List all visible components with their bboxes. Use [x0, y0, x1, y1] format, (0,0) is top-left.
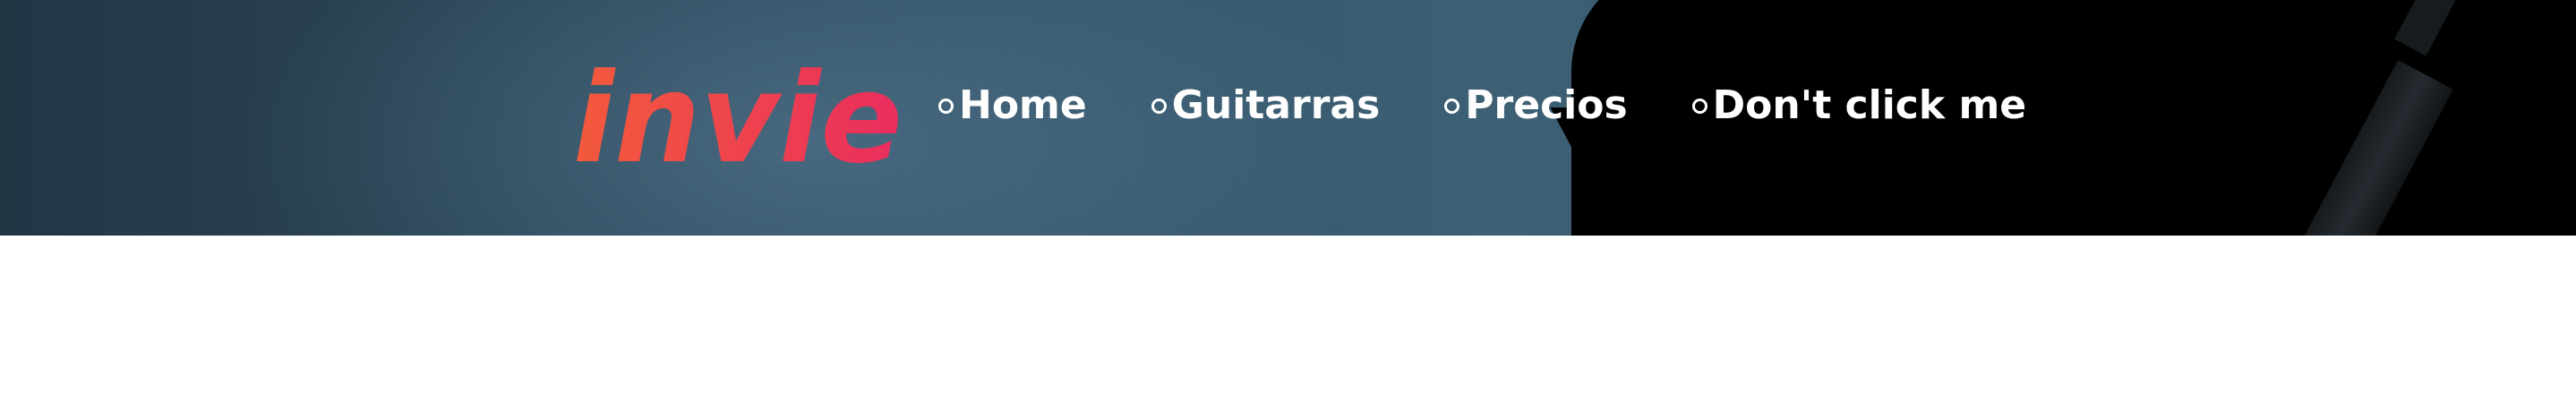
nav-item-dont-click-me[interactable]: Don't click me	[1691, 82, 2027, 128]
brand-logo[interactable]: invie	[569, 47, 908, 191]
hero-header: invie Home Guitarras Precios Don't click…	[0, 0, 2576, 236]
nav-item-guitarras[interactable]: Guitarras	[1151, 82, 1381, 128]
nav-menu: Home Guitarras Precios Don't click me	[938, 86, 2091, 125]
invie-logo-svg: invie	[573, 47, 903, 191]
nav-item-label: Don't click me	[1712, 82, 2027, 128]
nav-item-label: Precios	[1465, 82, 1628, 128]
circle-bullet-icon	[1691, 98, 1707, 114]
nav-item-home[interactable]: Home	[938, 86, 1087, 125]
circle-bullet-icon	[938, 98, 954, 114]
nav-item-label: Home	[959, 82, 1087, 128]
circle-bullet-icon	[1444, 98, 1460, 114]
circle-bullet-icon	[1151, 98, 1167, 114]
brand-logo-text: invie	[573, 52, 903, 177]
nav-item-label: Guitarras	[1171, 82, 1381, 128]
nav-item-precios[interactable]: Precios	[1444, 82, 1628, 128]
main-navbar: invie Home Guitarras Precios Don't click…	[0, 0, 2576, 236]
